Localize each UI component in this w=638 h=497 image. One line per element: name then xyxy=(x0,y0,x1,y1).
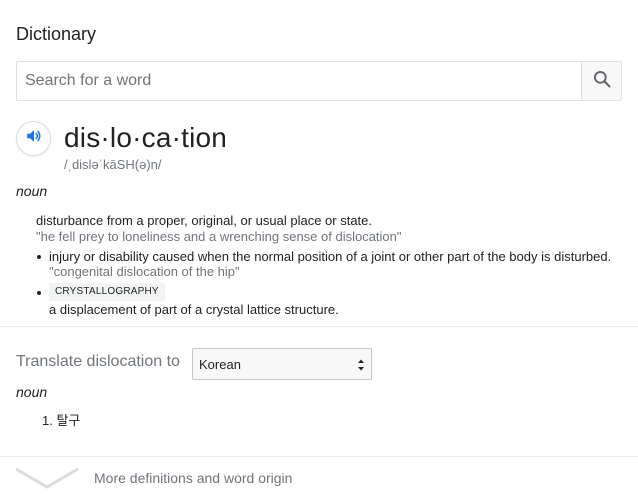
part-of-speech: noun xyxy=(16,183,48,199)
language-select[interactable]: Korean xyxy=(192,348,372,380)
selected-language: Korean xyxy=(199,357,241,372)
translation-item: 1. 탈구 xyxy=(42,413,81,428)
divider xyxy=(0,326,638,327)
chevron-down-icon xyxy=(14,465,80,496)
example-2: "congenital dislocation of the hip" xyxy=(49,264,240,279)
headword: dis·lo·ca·tion xyxy=(64,122,228,153)
dictionary-card: Dictionary dis·lo·ca·tion /ˌdisləˈkāSH(ə… xyxy=(0,0,638,497)
domain-label: CRYSTALLOGRAPHY xyxy=(49,283,165,301)
definition-3: a displacement of part of a crystal latt… xyxy=(49,302,339,317)
bullet xyxy=(37,255,41,259)
definition-2: injury or disability caused when the nor… xyxy=(49,249,612,264)
select-arrows-icon xyxy=(357,358,365,372)
pronunciation-audio-button[interactable] xyxy=(16,121,51,156)
translation-part-of-speech: noun xyxy=(16,384,48,400)
search-button[interactable] xyxy=(581,62,621,100)
more-definitions-button[interactable]: More definitions and word origin xyxy=(0,457,638,497)
search-input[interactable] xyxy=(17,62,582,100)
translate-label: Translate dislocation to xyxy=(16,353,180,370)
bullet xyxy=(37,291,41,295)
pronunciation: /ˌdisləˈkāSH(ə)n/ xyxy=(64,157,162,172)
search-box xyxy=(16,61,622,101)
search-icon xyxy=(592,69,612,94)
more-definitions-label: More definitions and word origin xyxy=(94,470,293,486)
card-title: Dictionary xyxy=(16,24,97,44)
example-1: "he fell prey to loneliness and a wrench… xyxy=(36,229,402,244)
speaker-icon xyxy=(25,127,43,150)
definition-1: disturbance from a proper, original, or … xyxy=(36,213,373,228)
